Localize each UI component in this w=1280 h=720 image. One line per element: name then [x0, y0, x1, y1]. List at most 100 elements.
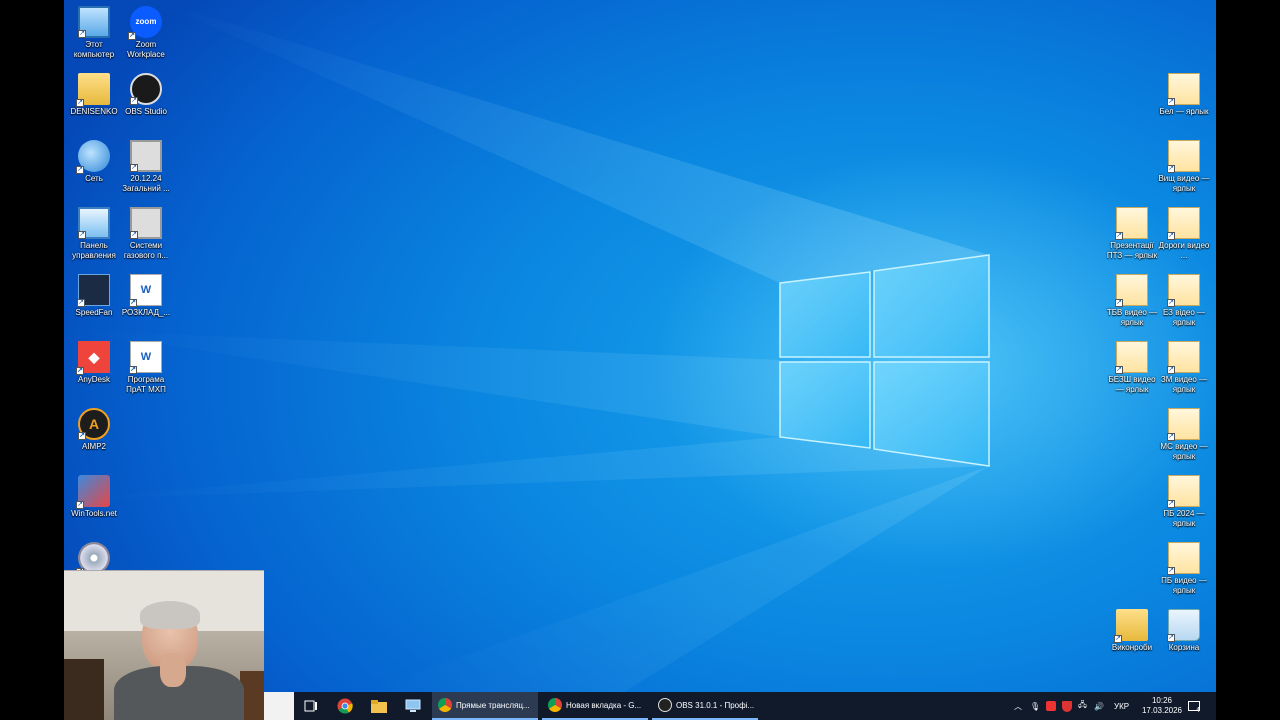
shortcut-arrow-icon: ↗ [130, 231, 138, 239]
file-explorer-button[interactable] [364, 692, 394, 720]
desktop-icon-zoom[interactable]: zoom ↗ Zoom Workplace [118, 6, 174, 60]
tray-app-button[interactable] [1046, 692, 1056, 720]
shortcut-arrow-icon: ↗ [1167, 567, 1175, 575]
shortcut-arrow-icon: ↗ [129, 366, 137, 374]
obs-icon [658, 698, 672, 712]
volume-button[interactable]: 🔊 [1094, 692, 1104, 720]
search-box[interactable] [264, 692, 294, 720]
taskbar-task-1[interactable]: Прямые трансляц... [432, 692, 538, 720]
shortcut-arrow-icon: ↗ [76, 99, 84, 107]
video-thumbnail-icon: ↗ [130, 140, 162, 172]
red-app-icon [1046, 701, 1056, 711]
computer-icon: ↗ [78, 6, 110, 38]
desktop-icon-ms-video[interactable]: ↗ МС видео — ярлык [1156, 408, 1212, 462]
taskbar-task-3[interactable]: OBS 31.0.1 - Профі... [652, 692, 758, 720]
network-tray-button[interactable]: 🖧 [1078, 692, 1087, 720]
desktop-icon-label: Дороги видео ... [1158, 241, 1210, 260]
desktop-icon-zm-video[interactable]: ↗ ЗМ видео — ярлык [1156, 341, 1212, 395]
desktop-icon-prezentatsii[interactable]: ↗ Презентації ПТЗ — ярлык [1104, 207, 1160, 261]
desktop-icon-denisenko[interactable]: ↗ DENISENKO [66, 73, 122, 117]
desktop-icon-label: Системи газового п... [123, 241, 169, 260]
desktop-icon-recycle-bin[interactable]: ↗ Корзина [1156, 609, 1212, 653]
desktop-icon-label: SpeedFan [75, 308, 113, 317]
desktop-icon-ez-video[interactable]: ↗ ЕЗ відео — ярлык [1156, 274, 1212, 328]
desktop-icon-bezsh-video[interactable]: ↗ БЕЗШ видео — ярлык [1104, 341, 1160, 395]
tray-overflow-button[interactable]: ︿ [1014, 692, 1022, 720]
word-document-icon: W ↗ [129, 274, 162, 307]
security-button[interactable] [1062, 692, 1072, 720]
desktop-icon-aimp2[interactable]: A ↗ AIMP2 [66, 408, 122, 452]
desktop-icon-wintools[interactable]: ↗ WinTools.net [66, 475, 122, 519]
desktop-icon-tbv-video[interactable]: ↗ ТБВ видео — ярлык [1104, 274, 1160, 328]
shortcut-arrow-icon: ↗ [1115, 299, 1123, 307]
desktop-icon-label: OBS Studio [125, 107, 167, 116]
chrome-icon [337, 698, 353, 714]
control-panel-icon: ↗ [78, 207, 110, 239]
desktop-icon-rozklad[interactable]: W ↗ РОЗКЛАД_... [118, 274, 174, 318]
clock[interactable]: 10:26 17.03.2026 [1132, 692, 1192, 720]
desktop-icon-label: Бел — ярлык [1159, 107, 1209, 116]
microphone-button[interactable]: 🎙 [1030, 692, 1040, 720]
shortcut-arrow-icon: ↗ [78, 30, 86, 38]
desktop-icon-anydesk[interactable]: ◆ ↗ AnyDesk [66, 341, 122, 385]
desktop-icon-label: БЕЗШ видео — ярлык [1108, 375, 1156, 394]
shortcut-arrow-icon: ↗ [1167, 299, 1175, 307]
notifications-button[interactable]: 4 [1188, 692, 1200, 720]
taskbar-task-2[interactable]: Новая вкладка - G... [542, 692, 648, 720]
zoom-icon: zoom ↗ [128, 6, 162, 40]
chevron-up-icon: ︿ [1014, 701, 1022, 711]
desktop-icon-this-pc[interactable]: ↗ Этот компьютер [66, 6, 122, 60]
shortcut-arrow-icon: ↗ [1167, 165, 1175, 173]
shortcut-arrow-icon: ↗ [1114, 635, 1122, 643]
desktop-icon-dorogi-video[interactable]: ↗ Дороги видео ... [1156, 207, 1212, 261]
pinned-app-button[interactable] [398, 692, 428, 720]
folder-shortcut-icon: ↗ [1167, 475, 1200, 508]
computer-icon [405, 699, 421, 712]
shortcut-arrow-icon: ↗ [1167, 98, 1175, 106]
shortcut-arrow-icon: ↗ [76, 166, 84, 174]
folder-shortcut-icon: ↗ [1167, 341, 1200, 374]
task-view-button[interactable] [296, 692, 326, 720]
desktop-icon-gas-systems[interactable]: ↗ Системи газового п... [118, 207, 174, 261]
desktop-icon-pb-2024[interactable]: ↗ ПБ 2024 — ярлык [1156, 475, 1212, 529]
taskbar-task-label: Прямые трансляц... [456, 700, 530, 710]
taskbar-task-label: OBS 31.0.1 - Профі... [676, 700, 755, 710]
shortcut-arrow-icon: ↗ [129, 299, 137, 307]
desktop-icon-pb-video[interactable]: ↗ ПБ видео — ярлык [1156, 542, 1212, 596]
aimp-icon: A ↗ [78, 408, 110, 440]
shortcut-arrow-icon: ↗ [76, 501, 84, 509]
fan-icon: ↗ [77, 274, 110, 307]
desktop-icon-bel[interactable]: ↗ Бел — ярлык [1156, 73, 1212, 117]
shortcut-arrow-icon: ↗ [76, 367, 84, 375]
chrome-pinned-button[interactable] [330, 692, 360, 720]
webcam-overlay [64, 570, 264, 720]
folder-shortcut-icon: ↗ [1167, 207, 1200, 240]
network-icon: 🖧 [1078, 700, 1087, 709]
language-label: УКР [1114, 701, 1130, 711]
folder-shortcut-icon: ↗ [1115, 207, 1148, 240]
desktop-icon-speedfan[interactable]: ↗ SpeedFan [66, 274, 122, 318]
desktop-icon-vikonrobi[interactable]: ↗ Виконроби [1104, 609, 1160, 653]
desktop-icon-label: ПБ 2024 — ярлык [1163, 509, 1205, 528]
desktop-icon-obs[interactable]: ↗ OBS Studio [118, 73, 174, 117]
shortcut-arrow-icon: ↗ [1167, 366, 1175, 374]
desktop-icon-label: РОЗКЛАД_... [121, 308, 171, 317]
task-view-icon [304, 700, 317, 712]
desktop-icon-prat-mhp[interactable]: W ↗ Програма ПрАТ МХП [118, 341, 174, 395]
video-thumbnail-icon: ↗ [130, 207, 162, 239]
shortcut-arrow-icon: ↗ [78, 432, 86, 440]
desktop-icon-label: ЕЗ відео — ярлык [1162, 308, 1206, 327]
folder-shortcut-icon: ↗ [1167, 408, 1200, 441]
notification-icon [1188, 701, 1200, 711]
desktop-icon-control-panel[interactable]: ↗ Панель управления [66, 207, 122, 261]
obs-icon: ↗ [130, 73, 162, 105]
desktop-icon-vishch-video[interactable]: ↗ Вищ видео — ярлык [1156, 140, 1212, 194]
desktop-icon-label: Сеть [85, 174, 103, 183]
desktop-icon-video-20-12-24[interactable]: ↗ 20.12.24 Загальний ... [118, 140, 174, 194]
desktop-icon-label: Zoom Workplace [127, 40, 165, 59]
desktop-icon-network[interactable]: ↗ Сеть [66, 140, 122, 184]
windows-logo [779, 254, 990, 467]
language-button[interactable]: УКР [1114, 692, 1129, 720]
taskbar-task-label: Новая вкладка - G... [566, 700, 642, 710]
chrome-icon [548, 698, 562, 712]
